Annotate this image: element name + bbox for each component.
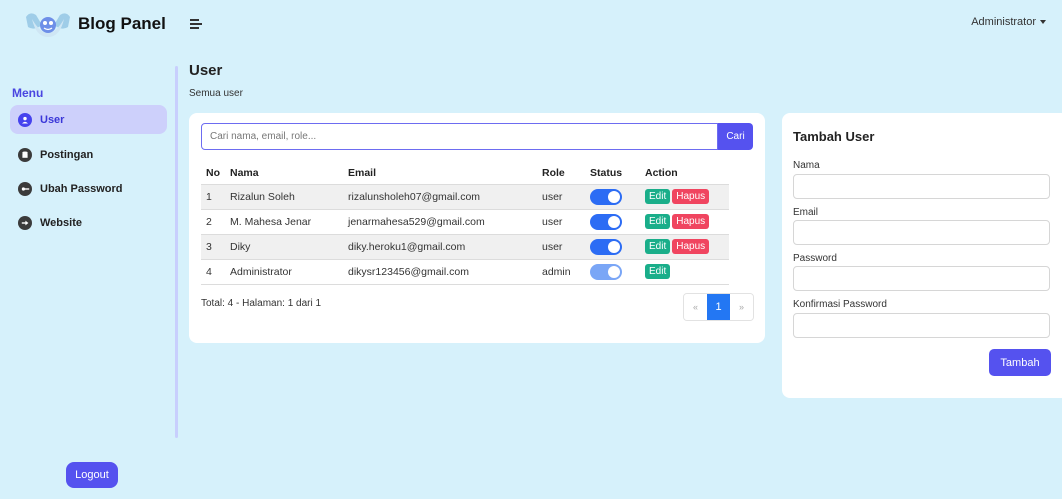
cell-action: Edit Hapus (640, 208, 729, 234)
brand[interactable]: Blog Panel (20, 6, 166, 42)
column-header-nama: Nama (230, 166, 259, 179)
sidebar-title: Menu (12, 86, 44, 100)
cell-no: 4 (201, 258, 225, 285)
cell-no: 1 (201, 183, 225, 209)
cell-action: Edit (640, 258, 729, 285)
user-icon (18, 112, 32, 127)
table-row: 1 Rizalun Soleh rizalunsholeh07@gmail.co… (201, 183, 729, 209)
column-header-email: Email (348, 166, 377, 179)
nama-input[interactable] (793, 174, 1050, 199)
cell-status (585, 233, 640, 259)
edit-button[interactable]: Edit (645, 264, 671, 279)
edit-button[interactable]: Edit (645, 239, 671, 254)
cell-no: 2 (201, 208, 225, 234)
cell-status (585, 208, 640, 234)
sidebar-item-label: User (40, 113, 65, 126)
cell-status (585, 258, 640, 285)
page-subtitle: Semua user (189, 88, 243, 99)
sidebar-divider (175, 66, 178, 438)
edit-button[interactable]: Edit (645, 214, 671, 229)
table-total-info: Total: 4 - Halaman: 1 dari 1 (201, 298, 322, 309)
status-toggle[interactable] (590, 238, 622, 255)
table-row: 2 M. Mahesa Jenar jenarmahesa529@gmail.c… (201, 208, 729, 234)
table-row: 3 Diky diky.heroku1@gmail.com user Edit H… (201, 233, 729, 259)
cell-role: user (537, 208, 585, 234)
sidebar-item-label: Postingan (40, 148, 94, 161)
cell-status (585, 183, 640, 209)
email-input[interactable] (793, 220, 1050, 245)
logout-button[interactable]: Logout (66, 462, 118, 488)
pagination-page-current[interactable]: 1 (707, 294, 730, 320)
search-bar: Cari (201, 123, 753, 150)
email-label: Email (793, 207, 819, 218)
delete-button[interactable]: Hapus (672, 189, 710, 204)
cell-nama: Diky (225, 233, 343, 259)
add-user-form-card: Tambah User Nama Email Password Konfirma… (782, 113, 1062, 398)
top-bar: Blog Panel Administrator (0, 0, 1062, 52)
cell-nama: Rizalun Soleh (225, 183, 343, 209)
table-header-row: No Nama Email Role Status Action (201, 162, 729, 184)
cell-email: diky.heroku1@gmail.com (343, 233, 537, 259)
cell-role: user (537, 233, 585, 259)
status-toggle[interactable] (590, 188, 622, 205)
cell-email: dikysr123456@gmail.com (343, 258, 537, 285)
cell-nama: M. Mahesa Jenar (225, 208, 343, 234)
confirm-password-label: Konfirmasi Password (793, 299, 887, 310)
user-menu-label: Administrator (971, 16, 1036, 28)
user-table: No Nama Email Role Status Action 1 Rizal… (201, 162, 729, 285)
column-header-action: Action (645, 166, 678, 179)
user-menu-dropdown[interactable]: Administrator (971, 16, 1046, 28)
cell-email: rizalunsholeh07@gmail.com (343, 183, 537, 209)
search-button[interactable]: Cari (718, 123, 753, 150)
search-input[interactable] (201, 123, 718, 150)
sidebar-item-website[interactable]: Website (10, 208, 167, 237)
sidebar-item-ubah-password[interactable]: Ubah Password (10, 174, 167, 203)
brand-title: Blog Panel (78, 14, 166, 33)
key-icon (18, 181, 32, 196)
cell-role: user (537, 183, 585, 209)
cell-no: 3 (201, 233, 225, 259)
pagination-prev[interactable]: « (684, 294, 707, 320)
confirm-password-input[interactable] (793, 313, 1050, 338)
sidebar-item-label: Website (40, 216, 82, 229)
column-header-status: Status (590, 166, 623, 179)
form-title: Tambah User (793, 129, 875, 144)
delete-button[interactable]: Hapus (672, 214, 710, 229)
password-label: Password (793, 253, 837, 264)
edit-button[interactable]: Edit (645, 189, 671, 204)
pagination-next[interactable]: » (730, 294, 753, 320)
database-icon (18, 147, 32, 162)
password-input[interactable] (793, 266, 1050, 291)
nama-label: Nama (793, 160, 820, 171)
cell-nama: Administrator (225, 258, 343, 285)
blog-logo-icon (20, 9, 76, 39)
pagination: « 1 » (683, 293, 754, 321)
table-row: 4 Administrator dikysr123456@gmail.com a… (201, 258, 729, 285)
status-toggle (590, 263, 622, 280)
delete-button[interactable]: Hapus (672, 239, 710, 254)
add-user-button[interactable]: Tambah (989, 349, 1051, 376)
sidebar-item-label: Ubah Password (40, 182, 123, 195)
cell-action: Edit Hapus (640, 233, 729, 259)
sidebar-item-postingan[interactable]: Postingan (10, 140, 167, 169)
cell-role: admin (537, 258, 585, 285)
sidebar-item-user[interactable]: User (10, 105, 167, 134)
caret-down-icon (1040, 20, 1046, 24)
cell-email: jenarmahesa529@gmail.com (343, 208, 537, 234)
page-title: User (189, 62, 223, 79)
cell-action: Edit Hapus (640, 183, 729, 209)
arrow-right-icon (18, 215, 32, 230)
user-table-card: Cari No Nama Email Role Status Action 1 … (189, 113, 765, 343)
menu-toggle-icon[interactable] (190, 19, 204, 31)
column-header-role: Role (542, 166, 565, 179)
column-header-no: No (206, 166, 220, 179)
status-toggle[interactable] (590, 213, 622, 230)
